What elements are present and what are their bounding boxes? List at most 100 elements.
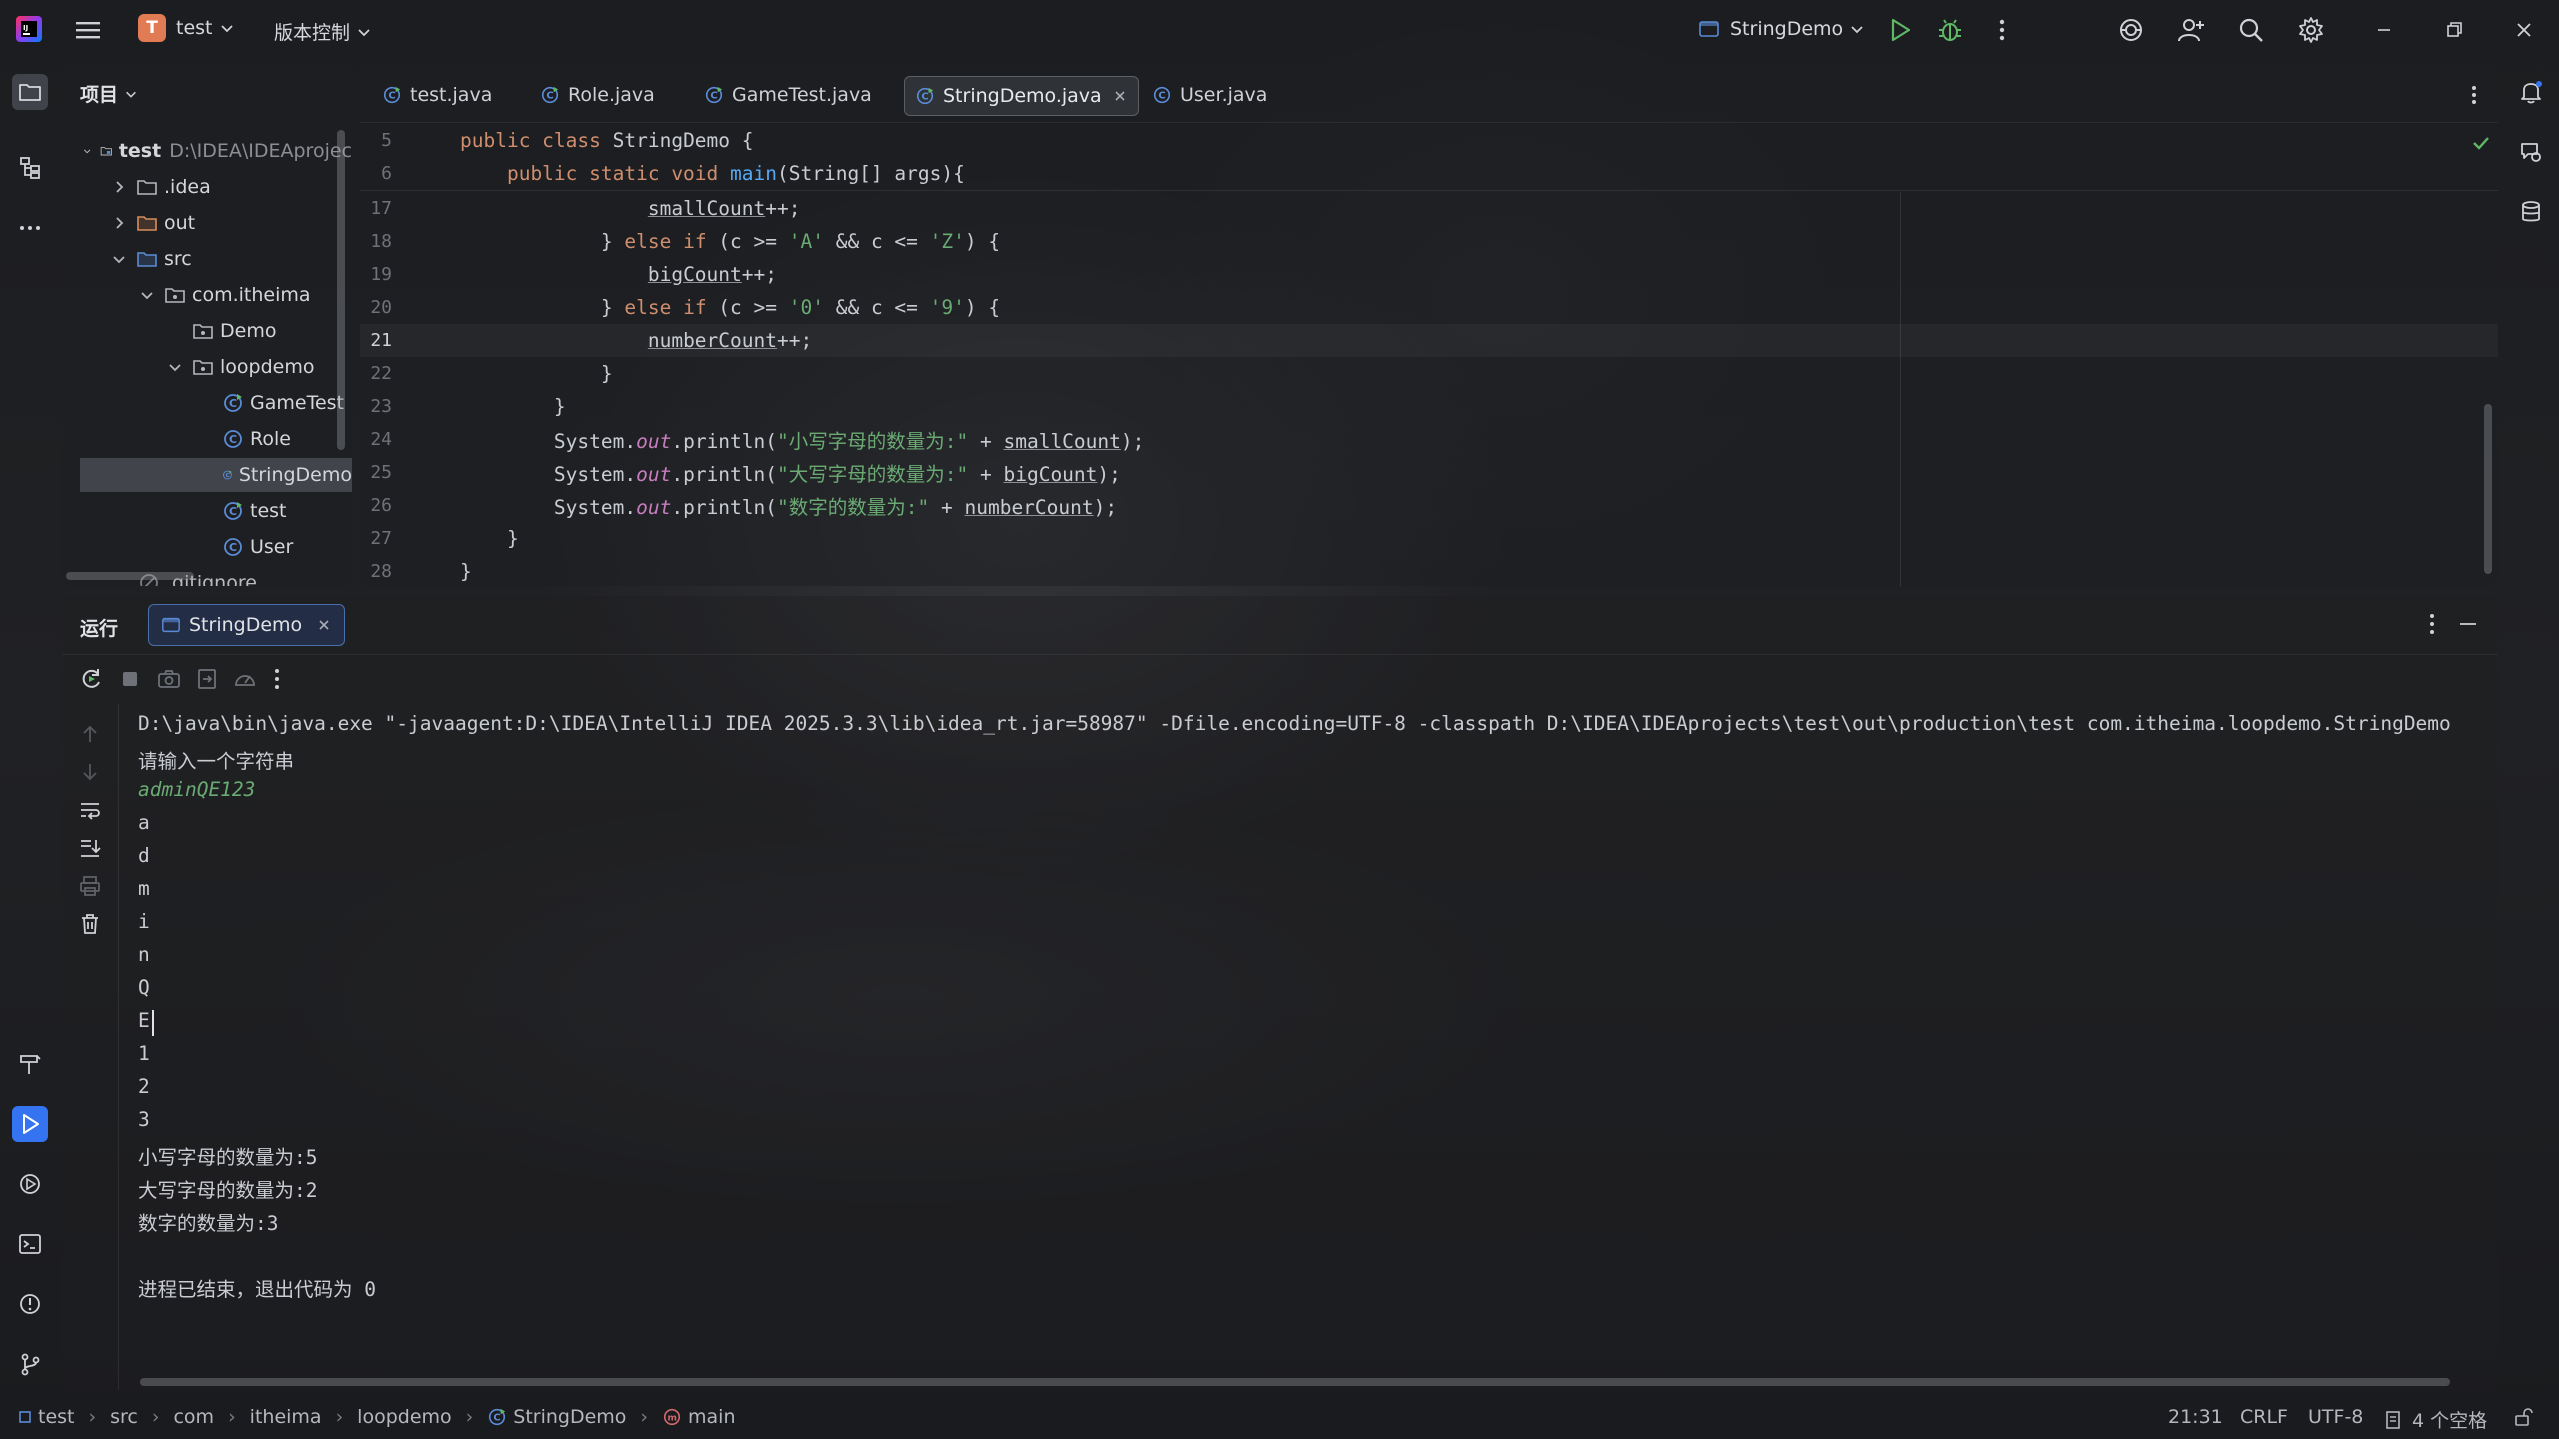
tree-vertical-scrollbar[interactable] xyxy=(337,130,345,450)
tab-gametest-java[interactable]: C GameTest.java xyxy=(694,76,882,114)
indent-setting[interactable]: 4 个空格 xyxy=(2384,1406,2487,1433)
vcs-menu[interactable]: 版本控制 xyxy=(274,18,372,45)
breadcrumb-item-itheima[interactable]: itheima xyxy=(250,1406,322,1428)
run-config-label: StringDemo xyxy=(1730,18,1844,40)
code-line: 21 numberCount++; xyxy=(360,324,2498,357)
chevron-down-icon[interactable] xyxy=(138,286,156,304)
build-hammer-icon[interactable] xyxy=(12,1046,48,1082)
tree-item-idea[interactable]: .idea xyxy=(110,170,211,204)
more-tools-icon[interactable] xyxy=(12,210,48,246)
console-horizontal-scrollbar[interactable] xyxy=(140,1378,2450,1386)
tree-item-out[interactable]: out xyxy=(110,206,195,240)
problems-icon[interactable] xyxy=(12,1286,48,1322)
close-window-icon[interactable] xyxy=(2510,16,2538,44)
tree-label: test xyxy=(250,500,287,522)
search-icon[interactable] xyxy=(2236,15,2266,45)
tree-item-user[interactable]: C User xyxy=(222,530,293,564)
tree-item-role[interactable]: C Role xyxy=(222,422,291,456)
line-separator[interactable]: CRLF xyxy=(2240,1406,2288,1428)
code-area[interactable]: 17 smallCount++; 18 } else if (c >= 'A' … xyxy=(360,192,2498,586)
structure-tool-icon[interactable] xyxy=(12,150,48,186)
line-number: 25 xyxy=(370,462,392,483)
indent-file-icon xyxy=(2384,1410,2404,1430)
intellij-logo-icon: IJ xyxy=(14,14,44,44)
services-icon[interactable] xyxy=(12,1166,48,1202)
code-line: 28 } xyxy=(360,555,2498,586)
run-icon[interactable] xyxy=(1886,16,1914,44)
code-text: } xyxy=(460,395,566,418)
restore-window-icon[interactable] xyxy=(2440,16,2468,44)
runnable-class-icon: C xyxy=(916,87,934,105)
run-config-selector[interactable]: StringDemo xyxy=(1698,18,1865,40)
tree-item-gametest[interactable]: C GameTest xyxy=(222,386,344,420)
tab-user-java[interactable]: C User.java xyxy=(1142,76,1277,114)
project-switcher[interactable]: T test xyxy=(138,14,235,42)
console-line: a xyxy=(138,811,150,834)
run-tool-icon[interactable] xyxy=(12,1106,48,1142)
string-token: '0' xyxy=(788,296,824,319)
editor-vertical-scrollbar[interactable] xyxy=(2484,404,2492,574)
chevron-right-icon[interactable] xyxy=(110,214,128,232)
close-tab-icon[interactable] xyxy=(1112,88,1128,104)
breadcrumb-item-stringdemo[interactable]: StringDemo xyxy=(513,1406,626,1428)
tab-role-java[interactable]: C Role.java xyxy=(530,76,665,114)
chevron-down-icon[interactable] xyxy=(110,250,128,268)
runnable-class-icon: C xyxy=(223,470,232,480)
tree-item-test-root[interactable]: test D:\IDEA\IDEAprojec xyxy=(82,134,352,168)
tree-label: User xyxy=(250,536,294,558)
read-only-toggle-icon[interactable] xyxy=(2512,1406,2534,1428)
ai-chat-icon[interactable] xyxy=(2513,134,2549,170)
console-line: 大写字母的数量为:2 xyxy=(138,1179,318,1202)
tab-test-java[interactable]: C test.java xyxy=(372,76,502,114)
breadcrumb-item-test[interactable]: test xyxy=(38,1406,75,1428)
keyword-token: public static void xyxy=(460,162,731,185)
svg-text:C: C xyxy=(921,92,928,103)
project-tool-icon[interactable] xyxy=(12,74,48,110)
notifications-bell-icon[interactable] xyxy=(2513,74,2549,110)
breadcrumb-item-com[interactable]: com xyxy=(173,1406,214,1428)
tree-item-src[interactable]: src xyxy=(110,242,192,276)
ai-assistant-icon[interactable] xyxy=(2116,15,2146,45)
tree-item-com-itheima[interactable]: com.itheima xyxy=(138,278,311,312)
line-number: 27 xyxy=(370,528,392,549)
tab-stringdemo-java[interactable]: C StringDemo.java xyxy=(904,76,1139,116)
breadcrumb-item-main[interactable]: main xyxy=(688,1406,735,1428)
breadcrumb-item-src[interactable]: src xyxy=(110,1406,138,1428)
main-menu-icon[interactable] xyxy=(72,16,104,44)
database-icon[interactable] xyxy=(2513,194,2549,230)
more-actions-icon[interactable] xyxy=(1988,16,2016,44)
console-line: E xyxy=(138,1009,150,1032)
tree-item-test-class[interactable]: C test xyxy=(222,494,287,528)
caret-position[interactable]: 21:31 xyxy=(2168,1406,2223,1428)
code-text: } else if (c >= 'A' && c <= 'Z') { xyxy=(460,230,1000,253)
chevron-down-icon[interactable] xyxy=(166,358,184,376)
minimize-window-icon[interactable] xyxy=(2370,16,2398,44)
add-user-icon[interactable] xyxy=(2176,15,2206,45)
settings-gear-icon[interactable] xyxy=(2296,15,2326,45)
tree-item-loopdemo[interactable]: loopdemo xyxy=(166,350,314,384)
tree-horizontal-scrollbar[interactable] xyxy=(66,572,194,580)
string-token: "小写字母的数量为:" xyxy=(777,430,969,453)
console-line: 1 xyxy=(138,1042,150,1065)
breadcrumb-item-loopdemo[interactable]: loopdemo xyxy=(357,1406,451,1428)
code-text: } xyxy=(460,527,519,550)
file-encoding[interactable]: UTF-8 xyxy=(2308,1406,2363,1428)
chevron-down-icon[interactable] xyxy=(82,142,92,160)
code-text: System.out.println("小写字母的数量为:" + smallCo… xyxy=(460,425,1144,454)
project-panel-header[interactable]: 项目 xyxy=(80,80,138,107)
string-token: '9' xyxy=(929,296,965,319)
chevron-right-icon: › xyxy=(335,1406,344,1428)
tree-item-demo[interactable]: Demo xyxy=(192,314,276,348)
editor-tabs-menu-icon[interactable] xyxy=(2460,76,2488,114)
tree-item-stringdemo[interactable]: C StringDemo xyxy=(80,458,352,492)
debug-icon[interactable] xyxy=(1936,16,1964,44)
chevron-right-icon[interactable] xyxy=(110,178,128,196)
inspection-ok-icon[interactable] xyxy=(2470,132,2492,154)
console-output[interactable]: D:\java\bin\java.exe "-javaagent:D:\IDEA… xyxy=(62,596,2498,1390)
terminal-icon[interactable] xyxy=(12,1226,48,1262)
line-number: 22 xyxy=(370,363,392,384)
git-branch-icon[interactable] xyxy=(12,1346,48,1382)
field-token: out xyxy=(636,463,672,486)
